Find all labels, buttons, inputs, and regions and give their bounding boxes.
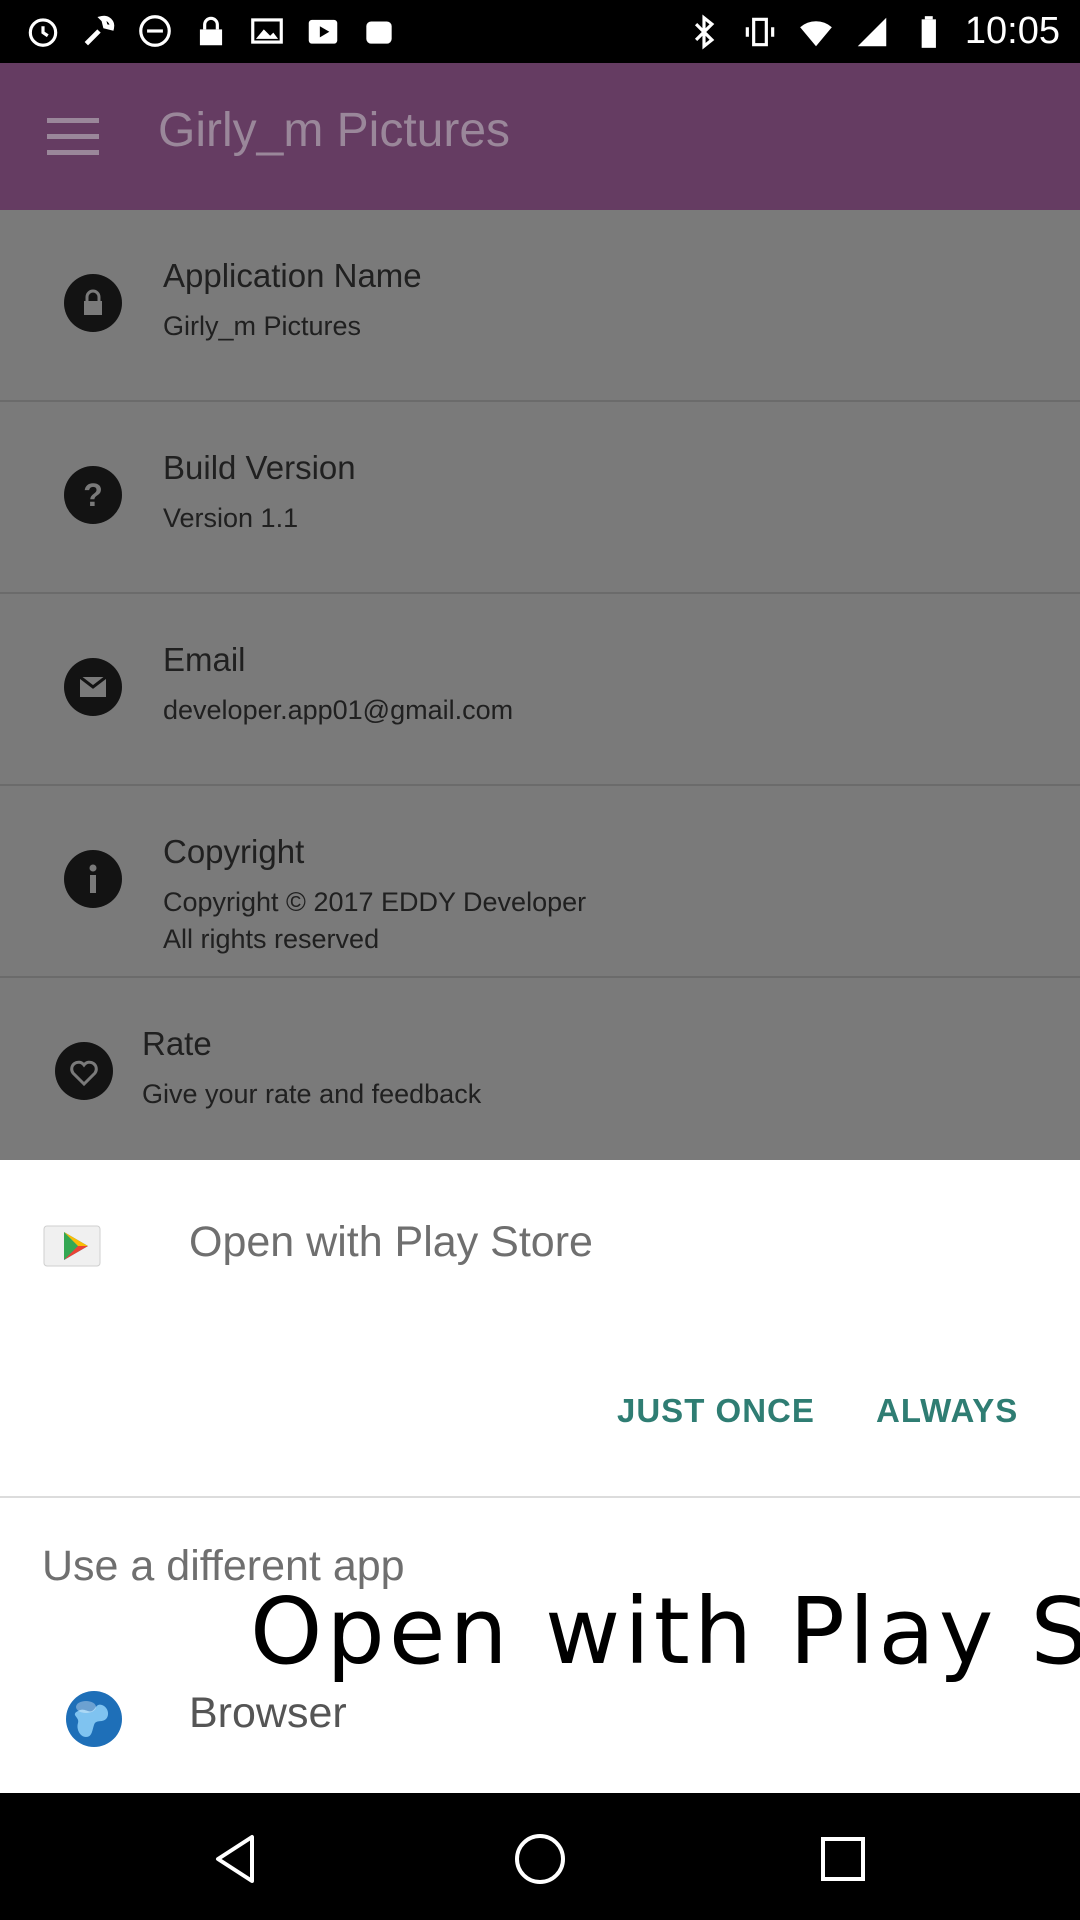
wrench-icon bbox=[84, 15, 115, 46]
item-title: Copyright bbox=[163, 833, 305, 870]
email-icon bbox=[64, 658, 122, 716]
divider bbox=[0, 1496, 1080, 1498]
app-toolbar: Girly_m Pictures bbox=[0, 63, 1080, 210]
item-subtitle: Girly_m Pictures bbox=[163, 311, 362, 341]
item-subtitle: Give your rate and feedback bbox=[142, 1079, 482, 1109]
app-chooser-sheet: Open with Play Store JUST ONCE ALWAYS Us… bbox=[0, 1160, 1080, 1793]
item-subtitle: developer.app01@gmail.com bbox=[163, 695, 514, 725]
list-item[interactable]: ? Build Version Version 1.1 bbox=[0, 402, 1080, 594]
app-title: Girly_m Pictures bbox=[158, 104, 511, 157]
list-item[interactable]: Email developer.app01@gmail.com bbox=[0, 594, 1080, 786]
overlay-caption: Open with Play St bbox=[250, 1578, 1080, 1685]
just-once-button[interactable]: JUST ONCE bbox=[617, 1392, 815, 1430]
heart-icon bbox=[55, 1042, 113, 1100]
item-title: Rate bbox=[142, 1025, 212, 1062]
browser-app-label[interactable]: Browser bbox=[189, 1689, 347, 1738]
battery-icon bbox=[921, 15, 936, 48]
item-title: Email bbox=[163, 641, 246, 678]
always-button[interactable]: ALWAYS bbox=[876, 1392, 1018, 1430]
svg-text:?: ? bbox=[83, 477, 103, 513]
vibrate-icon bbox=[745, 17, 775, 46]
item-title: Application Name bbox=[163, 257, 422, 294]
list-item[interactable]: Application Name Girly_m Pictures bbox=[0, 210, 1080, 402]
bluetooth-icon bbox=[694, 13, 715, 50]
globe-icon[interactable] bbox=[64, 1689, 124, 1749]
signal-icon bbox=[857, 17, 887, 46]
info-icon bbox=[64, 850, 122, 908]
do-not-disturb-icon bbox=[139, 15, 171, 47]
alarm-icon bbox=[28, 18, 58, 47]
menu-icon[interactable] bbox=[47, 118, 99, 158]
item-subtitle: Version 1.1 bbox=[163, 503, 299, 533]
recents-icon[interactable] bbox=[813, 1829, 873, 1889]
list-item[interactable]: Copyright Copyright © 2017 EDDY Develope… bbox=[0, 786, 1080, 978]
status-left-icons bbox=[24, 12, 398, 50]
status-time: 10:05 bbox=[964, 10, 1060, 52]
wifi-icon bbox=[800, 20, 832, 46]
item-subtitle: Copyright © 2017 EDDY Developer All righ… bbox=[163, 887, 587, 954]
photo-icon bbox=[251, 18, 283, 44]
play-store-icon bbox=[308, 19, 338, 44]
play-store-icon bbox=[43, 1225, 101, 1267]
status-right-icons: 10:05 bbox=[685, 10, 1060, 53]
dialog-title: Open with Play Store bbox=[189, 1218, 593, 1266]
home-icon[interactable] bbox=[510, 1829, 570, 1889]
navigation-bar bbox=[0, 1793, 1080, 1920]
lock-icon bbox=[199, 16, 223, 46]
lock-icon bbox=[64, 274, 122, 332]
back-icon[interactable] bbox=[208, 1829, 268, 1889]
about-list: Application Name Girly_m Pictures ? Buil… bbox=[0, 210, 1080, 1160]
item-title: Build Version bbox=[163, 449, 356, 486]
help-icon: ? bbox=[64, 466, 122, 524]
status-bar: 10:05 bbox=[0, 0, 1080, 63]
app-icon bbox=[366, 21, 392, 44]
app-background: Girly_m Pictures Application Name Girly_… bbox=[0, 63, 1080, 1160]
list-item[interactable]: Rate Give your rate and feedback bbox=[0, 978, 1080, 1160]
